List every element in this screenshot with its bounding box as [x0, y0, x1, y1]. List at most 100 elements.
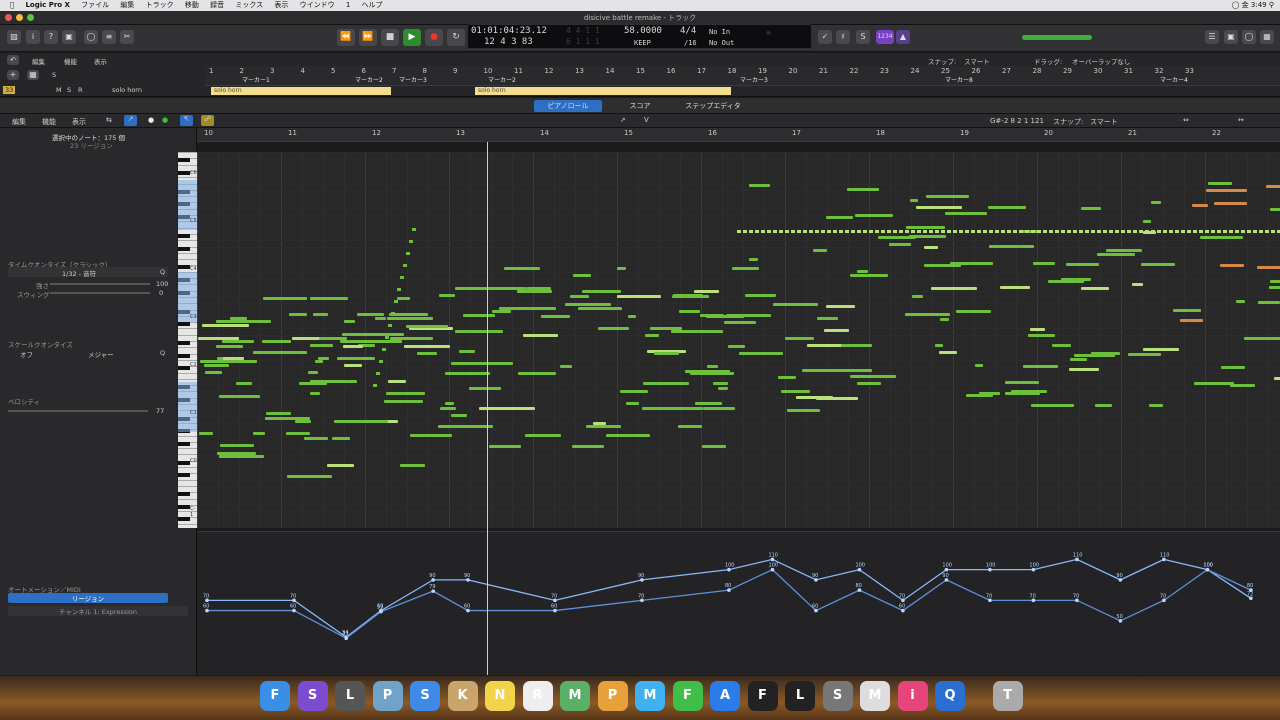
midi-note[interactable] — [851, 230, 855, 233]
midi-note[interactable] — [1149, 404, 1163, 407]
menu-app[interactable]: Logic Pro X — [25, 0, 70, 11]
scale-q-button[interactable]: Q — [160, 349, 165, 357]
midi-note[interactable] — [1074, 354, 1115, 357]
midi-note[interactable] — [1206, 189, 1247, 192]
midi-note[interactable] — [815, 230, 819, 233]
dock-finale-icon[interactable]: F — [747, 681, 778, 711]
midi-note[interactable] — [560, 365, 572, 368]
midi-note[interactable] — [826, 305, 855, 308]
midi-note[interactable] — [1151, 230, 1155, 233]
midi-note[interactable] — [445, 402, 454, 405]
midi-note[interactable] — [739, 352, 783, 355]
midi-note[interactable] — [1061, 230, 1065, 233]
midi-note[interactable] — [839, 230, 843, 233]
menu-window[interactable]: ウインドウ — [300, 0, 335, 11]
track-name[interactable]: solo horn — [112, 86, 142, 94]
midi-note[interactable] — [645, 334, 659, 337]
midi-note[interactable] — [929, 230, 933, 233]
midi-note[interactable] — [966, 394, 993, 397]
midi-note[interactable] — [1194, 382, 1234, 385]
midi-note[interactable] — [1175, 230, 1179, 233]
back-icon[interactable]: ↶ — [7, 55, 19, 65]
midi-note[interactable] — [1265, 230, 1269, 233]
midi-note[interactable] — [455, 330, 469, 333]
midi-note[interactable] — [785, 230, 789, 233]
midi-note[interactable] — [219, 395, 260, 398]
marker-label[interactable]: マーカー4 — [1160, 75, 1188, 84]
midi-note[interactable] — [983, 230, 987, 233]
midi-note[interactable] — [1221, 366, 1245, 369]
zoom-button[interactable] — [27, 14, 34, 21]
midi-note[interactable] — [394, 300, 398, 303]
midi-note[interactable] — [525, 434, 561, 437]
midi-note[interactable] — [1031, 230, 1035, 233]
tracks-ruler[interactable]: 1 2 3 4 5 6 7 8 9 10 11 12 13 14 15 16 17 18 19 20 21 22 23 24 2… — [205, 66, 1280, 86]
midi-note[interactable] — [1067, 230, 1071, 233]
midi-note[interactable] — [1145, 230, 1149, 233]
midi-note[interactable] — [628, 315, 636, 318]
dock-launchpad-icon[interactable]: L — [335, 681, 365, 711]
midi-note[interactable] — [287, 475, 332, 478]
midi-note[interactable] — [1033, 262, 1055, 265]
midi-note[interactable] — [910, 199, 918, 202]
midi-note[interactable] — [1079, 230, 1083, 233]
midi-note[interactable] — [310, 392, 320, 395]
midi-note[interactable] — [807, 344, 842, 347]
midi-note[interactable] — [711, 330, 723, 333]
midi-note[interactable] — [375, 317, 386, 320]
midi-note[interactable] — [827, 230, 831, 233]
midi-note[interactable] — [1081, 207, 1101, 210]
midi-note[interactable] — [945, 212, 987, 215]
midi-note[interactable] — [728, 345, 745, 348]
midi-note[interactable] — [266, 412, 291, 415]
dock-quicktime-icon[interactable]: Q — [935, 681, 965, 711]
scale-quantize-scale[interactable]: メジャー — [88, 349, 114, 359]
dock-maps-icon[interactable]: M — [560, 681, 590, 711]
midi-note[interactable] — [673, 294, 703, 297]
midi-note[interactable] — [373, 384, 377, 387]
midi-note[interactable] — [743, 230, 747, 233]
record-enable-button[interactable]: R — [78, 86, 83, 94]
midi-note[interactable] — [339, 420, 371, 423]
midi-note[interactable] — [577, 295, 589, 298]
midi-note[interactable] — [463, 314, 495, 317]
midi-note[interactable] — [1000, 286, 1030, 289]
midi-note[interactable] — [327, 464, 354, 467]
midi-note[interactable] — [417, 352, 437, 355]
midi-note[interactable] — [924, 246, 938, 249]
automation-channel-select[interactable]: チャンネル 1: Expression — [8, 606, 188, 616]
swing-slider[interactable] — [50, 292, 150, 294]
midi-note[interactable] — [678, 425, 702, 428]
midi-note[interactable] — [310, 380, 357, 383]
midi-note[interactable] — [695, 402, 722, 405]
midi-note[interactable] — [230, 317, 247, 320]
midi-note[interactable] — [749, 230, 753, 233]
marker-label[interactable]: マーカー2 — [355, 75, 383, 84]
library-icon[interactable]: ▨ — [7, 30, 21, 44]
mixer-icon[interactable]: ≡ — [102, 30, 116, 44]
midi-note[interactable] — [295, 420, 311, 423]
midi-note[interactable] — [1019, 230, 1023, 233]
region-2[interactable]: solo horn — [475, 87, 731, 95]
midi-note[interactable] — [438, 425, 483, 428]
metronome-icon[interactable]: ▲ — [896, 30, 910, 44]
midi-note[interactable] — [310, 344, 333, 347]
midi-note[interactable] — [479, 407, 523, 410]
dock-logic-icon[interactable]: L — [785, 681, 815, 711]
midi-note[interactable] — [778, 376, 796, 379]
midi-note[interactable] — [1049, 230, 1053, 233]
midi-note[interactable] — [606, 434, 650, 437]
midi-note[interactable] — [911, 230, 915, 233]
midi-note[interactable] — [869, 230, 873, 233]
replace-icon[interactable]: ✓ — [818, 30, 832, 44]
midi-note[interactable] — [286, 432, 310, 435]
midi-note[interactable] — [225, 320, 271, 323]
midi-note[interactable] — [947, 230, 951, 233]
midi-note[interactable] — [905, 313, 950, 316]
midi-note[interactable] — [1163, 230, 1167, 233]
midi-note[interactable] — [565, 303, 611, 306]
midi-note[interactable] — [690, 372, 734, 375]
midi-note[interactable] — [385, 336, 389, 339]
tab-step-editor[interactable]: ステップエディタ — [678, 100, 748, 112]
midi-note[interactable] — [572, 445, 604, 448]
